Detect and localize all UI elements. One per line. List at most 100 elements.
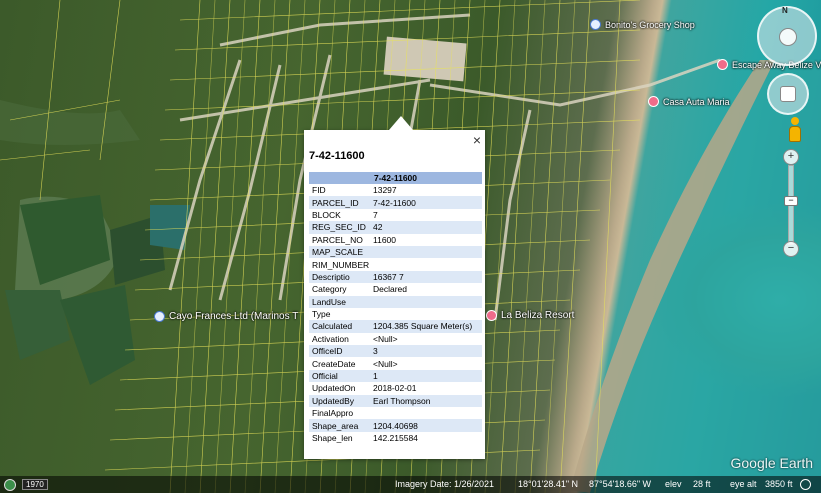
attribute-key: OfficeID bbox=[309, 345, 370, 358]
globe-icon[interactable] bbox=[4, 479, 16, 491]
table-row: BLOCK 7 bbox=[309, 209, 482, 221]
streaming-indicator-icon bbox=[800, 479, 811, 490]
table-row: RIM_NUMBER bbox=[309, 258, 482, 270]
attribute-value: 11600 bbox=[373, 234, 397, 245]
attribute-key: UpdatedOn bbox=[312, 383, 356, 394]
navigation-compass[interactable]: N bbox=[757, 6, 817, 66]
longitude: 87°54'18.66" W bbox=[589, 479, 652, 489]
table-row: Calculated 1204.385 Square Meter(s) bbox=[309, 320, 482, 333]
attribute-value: <Null> bbox=[373, 333, 398, 344]
table-row: OfficeID 3 bbox=[309, 345, 482, 358]
attribute-value: <Null> bbox=[373, 358, 398, 369]
close-icon[interactable]: × bbox=[473, 132, 481, 148]
imagery-date: Imagery Date: 1/26/2021 bbox=[395, 479, 495, 489]
elev-label: elev bbox=[665, 479, 682, 489]
table-row: Descriptio 16367 7 bbox=[309, 270, 482, 284]
location-pin-icon bbox=[154, 311, 165, 322]
table-row: Official 1 bbox=[309, 369, 482, 383]
status-bar: 1970 Imagery Date: 1/26/2021 18°01'28.41… bbox=[0, 476, 821, 493]
attribute-value: 142.215584 bbox=[373, 433, 418, 443]
attribute-key: MAP_SCALE bbox=[309, 245, 370, 259]
table-row: PARCEL_ID 7-42-11600 bbox=[309, 196, 482, 209]
latitude: 18°01'28.41" N bbox=[518, 479, 579, 489]
location-pin-icon bbox=[648, 96, 659, 107]
table-row: Type bbox=[309, 308, 482, 320]
popup-pointer bbox=[389, 116, 413, 130]
attribute-table: 7-42-11600 FID 13297 PARCEL_ID 7-42-11600 BL… bbox=[309, 172, 482, 444]
location-pin-icon bbox=[590, 19, 601, 30]
attribute-key: Type bbox=[312, 309, 331, 320]
attribute-value: 1204.385 Square Meter(s) bbox=[370, 320, 482, 333]
attribute-value: 2018-02-01 bbox=[373, 383, 417, 394]
attribute-key: FID bbox=[312, 185, 326, 196]
attribute-value: 42 bbox=[370, 221, 482, 234]
table-row: FID 13297 bbox=[309, 184, 482, 196]
place-label: Bonito's Grocery Shop bbox=[605, 19, 695, 30]
place-marker-casa-auta-maria[interactable]: Casa Auta Maria bbox=[648, 96, 730, 107]
table-row: Shape_len 142.215584 bbox=[309, 432, 482, 444]
eye-alt-value: 3850 ft bbox=[765, 479, 793, 489]
table-row: Shape_area 1204.40698 bbox=[309, 419, 482, 432]
table-row: UpdatedBy Earl Thompson bbox=[309, 394, 482, 408]
attribute-value bbox=[370, 407, 482, 419]
table-row: CreateDate <Null> bbox=[309, 357, 482, 369]
attribute-value: Earl Thompson bbox=[370, 394, 482, 408]
table-row: MAP_SCALE bbox=[309, 245, 482, 259]
zoom-out-button[interactable]: − bbox=[783, 241, 799, 257]
table-row: FinalAppro bbox=[309, 407, 482, 419]
place-label: Cayo Frances Ltd (Marinos T bbox=[169, 311, 299, 322]
attribute-key: CreateDate bbox=[312, 358, 356, 369]
attribute-value: 1 bbox=[370, 369, 482, 383]
attribute-value: 1204.40698 bbox=[370, 419, 482, 432]
place-marker-bonitos[interactable]: Bonito's Grocery Shop bbox=[590, 19, 695, 30]
attribute-value bbox=[370, 258, 482, 270]
place-label: La Beliza Resort bbox=[501, 310, 575, 321]
table-row: Activation <Null> bbox=[309, 333, 482, 345]
look-eye-icon[interactable] bbox=[779, 28, 797, 46]
table-header: 7-42-11600 bbox=[309, 172, 482, 184]
attribute-value: 16367 7 bbox=[370, 270, 482, 284]
attribute-value: Declared bbox=[373, 284, 408, 295]
place-marker-cayo-frances[interactable]: Cayo Frances Ltd (Marinos T bbox=[154, 311, 298, 322]
historical-year-badge[interactable]: 1970 bbox=[22, 479, 48, 490]
attribute-key: Shape_len bbox=[312, 433, 353, 443]
move-control[interactable] bbox=[767, 73, 809, 115]
attribute-value: 7-42-11600 bbox=[370, 196, 482, 209]
table-row: REG_SEC_ID 42 bbox=[309, 221, 482, 234]
attribute-key: UpdatedBy bbox=[309, 394, 370, 408]
attribute-key: Activation bbox=[312, 333, 349, 344]
zoom-knob[interactable]: − bbox=[784, 196, 798, 206]
attribute-value: 13297 bbox=[373, 185, 397, 196]
attribute-key: LandUse bbox=[309, 295, 370, 308]
hand-icon bbox=[780, 86, 796, 102]
street-view-pegman-icon[interactable] bbox=[789, 117, 801, 142]
attribute-value bbox=[370, 308, 482, 320]
elev-value: 28 ft bbox=[693, 479, 711, 489]
attribute-key: RIM_NUMBER bbox=[312, 259, 370, 270]
zoom-slider[interactable]: + − − bbox=[783, 149, 799, 259]
attribute-key: Category bbox=[312, 284, 347, 295]
table-row: UpdatedOn 2018-02-01 bbox=[309, 382, 482, 394]
location-pin-icon bbox=[717, 59, 728, 70]
attribute-key: PARCEL_ID bbox=[309, 196, 370, 209]
zoom-in-button[interactable]: + bbox=[783, 149, 799, 165]
eye-alt-label: eye alt bbox=[730, 479, 757, 489]
attribute-value bbox=[370, 295, 482, 308]
north-label: N bbox=[782, 6, 788, 15]
attribute-key: REG_SEC_ID bbox=[309, 221, 370, 234]
attribute-key: PARCEL_NO bbox=[312, 234, 363, 245]
attribute-key: Official bbox=[309, 369, 370, 383]
location-pin-icon bbox=[486, 310, 497, 321]
attribute-key: Shape_area bbox=[309, 419, 370, 432]
attribute-key: FinalAppro bbox=[312, 408, 354, 419]
attribute-value: 3 bbox=[370, 345, 482, 358]
place-label: Casa Auta Maria bbox=[663, 96, 730, 107]
attribute-value: 7 bbox=[373, 209, 378, 220]
parcel-info-popup: × 7-42-11600 7-42-11600 FID 13297 PARCEL_I… bbox=[304, 116, 485, 459]
place-marker-la-beliza[interactable]: La Beliza Resort bbox=[486, 310, 574, 321]
popup-title: 7-42-11600 bbox=[309, 150, 365, 162]
attribute-key: Descriptio bbox=[309, 270, 370, 284]
google-earth-logo: Google Earth bbox=[730, 455, 814, 471]
table-row: LandUse bbox=[309, 295, 482, 308]
attribute-key: BLOCK bbox=[312, 209, 341, 220]
